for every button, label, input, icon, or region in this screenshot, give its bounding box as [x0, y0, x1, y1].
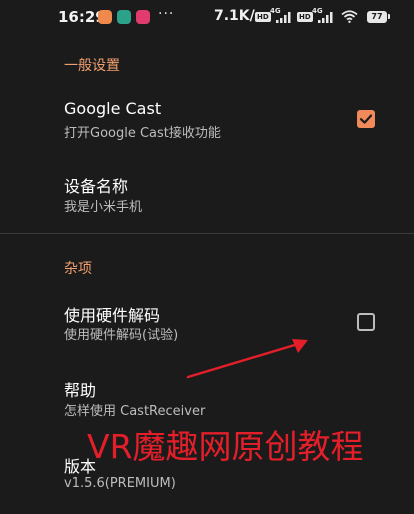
wifi-icon [341, 10, 358, 23]
signal-icon [276, 12, 291, 23]
more-notifications-icon: ··· [158, 6, 175, 22]
annotation-arrow-icon [186, 339, 308, 379]
section-header-misc: 杂项 [64, 261, 92, 277]
battery-icon: 77 [367, 11, 390, 23]
pref-device-name[interactable]: 设备名称 我是小米手机 [0, 166, 414, 222]
pref-google-cast[interactable]: Google Cast 打开Google Cast接收功能 [0, 92, 414, 148]
pref-summary: 怎样使用 CastReceiver [64, 404, 206, 419]
pref-title: 帮助 [64, 381, 97, 400]
app-notification-icon [98, 10, 112, 24]
pref-summary: 我是小米手机 [64, 200, 143, 215]
hd-badge: HD [297, 12, 313, 22]
hardware-decode-checkbox[interactable] [357, 313, 375, 331]
watermark-text: VR魔趣网原创教程 [87, 427, 364, 466]
app-notification-icon [117, 10, 131, 24]
status-bar: 16:29 ··· 7.1K/s HD 4G HD 4G 77 [0, 0, 414, 34]
section-divider [0, 233, 414, 234]
pref-summary: v1.5.6(PREMIUM) [64, 476, 176, 491]
pref-summary: 打开Google Cast接收功能 [64, 126, 221, 141]
check-icon [359, 114, 373, 124]
pref-title: 使用硬件解码 [64, 306, 161, 325]
signal-icon [318, 12, 333, 23]
hd-badge: HD [255, 12, 271, 22]
app-notification-icon [136, 10, 150, 24]
pref-title: Google Cast [64, 99, 162, 118]
pref-summary: 使用硬件解码(试验) [64, 328, 179, 343]
google-cast-checkbox[interactable] [357, 110, 375, 128]
section-header-general: 一般设置 [64, 58, 120, 74]
pref-title: 设备名称 [64, 177, 129, 196]
